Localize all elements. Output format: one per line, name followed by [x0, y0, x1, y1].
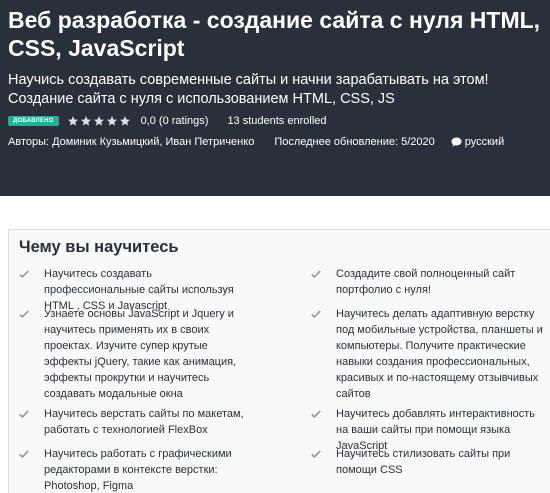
learn-item: Научитесь стилизовать сайты при помощи C… [311, 446, 546, 478]
what-you-will-learn: Чему вы научитесь Научитесь создавать пр… [8, 229, 550, 493]
course-authors[interactable]: Авторы: Доминик Кузьмицкий, Иван Петриче… [8, 136, 254, 148]
star-icon [119, 115, 131, 127]
check-icon [19, 409, 29, 419]
check-icon [19, 449, 29, 459]
check-icon [311, 409, 321, 419]
learn-item-text: Создадите свой полноценный сайт портфоли… [336, 268, 516, 296]
last-update: Последнее обновление: 5/2020 [274, 136, 435, 148]
learn-item: Узнаете основы JavaScript и Jquery и нау… [19, 306, 244, 402]
course-subtitle: Научись создавать современные сайты и на… [8, 72, 489, 107]
star-icon [67, 115, 79, 127]
course-header: Веб разработка - создание сайта с нуля H… [0, 0, 550, 196]
course-title: Веб разработка - создание сайта с нуля H… [8, 7, 541, 61]
speech-bubble-icon [451, 137, 462, 147]
language-label: русский [464, 136, 505, 148]
star-icon [106, 115, 118, 127]
check-icon [19, 309, 29, 319]
learn-item-text: Научитесь работать с графическими редакт… [44, 448, 232, 492]
check-icon [311, 449, 321, 459]
star-icon [80, 115, 92, 127]
learn-item-text: Узнаете основы JavaScript и Jquery и нау… [44, 308, 237, 400]
learn-item-text: Научитесь верстать сайты по макетам, раб… [44, 408, 244, 436]
check-icon [19, 269, 29, 279]
learn-item: Научитесь делать адаптивную верстку под … [311, 306, 546, 402]
learn-heading: Чему вы научитесь [19, 238, 179, 256]
learn-item: Создадите свой полноценный сайт портфоли… [311, 266, 546, 298]
students-enrolled: 13 students enrolled [227, 115, 327, 127]
rating-text[interactable]: 0,0 (0 ratings) [141, 115, 209, 127]
check-icon [311, 309, 321, 319]
check-icon [311, 269, 321, 279]
learn-item: Научитесь работать с графическими редакт… [19, 446, 244, 493]
course-meta: Авторы: Доминик Кузьмицкий, Иван Петриче… [8, 135, 504, 149]
course-language: русский [451, 136, 504, 148]
learn-item: Научитесь верстать сайты по макетам, раб… [19, 406, 244, 438]
new-badge: ДОБАВЛЕНО [8, 116, 59, 126]
course-stats: ДОБАВЛЕНО 0,0 (0 ratings) 13 students en… [8, 114, 327, 128]
star-icon [93, 115, 105, 127]
learn-item-text: Научитесь делать адаптивную верстку под … [336, 308, 543, 400]
learn-item-text: Научитесь стилизовать сайты при помощи C… [336, 448, 511, 476]
star-rating [67, 115, 132, 127]
